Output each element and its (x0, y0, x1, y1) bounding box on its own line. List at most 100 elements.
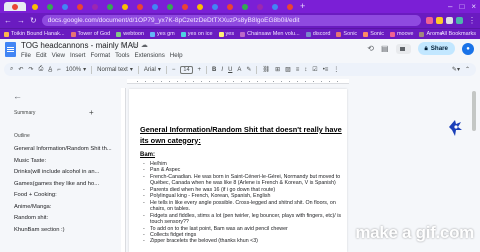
image-icon[interactable]: ▨ (285, 66, 291, 73)
share-button[interactable]: 🔒︎ Share (417, 42, 455, 55)
zoom-select[interactable]: 100% ▾ (66, 66, 86, 74)
close-icon[interactable]: × (471, 2, 476, 11)
bookmark-item[interactable]: Tower of God (70, 31, 110, 37)
browser-tab[interactable] (118, 2, 131, 11)
back-icon[interactable]: ← (4, 16, 12, 25)
extension-icon[interactable] (446, 17, 453, 24)
menu-item-help[interactable]: Help (170, 52, 183, 59)
browser-tab[interactable] (103, 2, 116, 11)
browser-tab[interactable] (4, 2, 26, 11)
browser-tab[interactable] (88, 2, 101, 11)
new-tab-button[interactable]: + (300, 2, 305, 11)
paint-format-icon[interactable]: ⌐ (57, 67, 61, 73)
underline-icon[interactable]: U (228, 67, 232, 73)
redo-icon[interactable]: ↷ (28, 66, 33, 73)
outline-item[interactable]: Food + Cooking: (14, 192, 114, 204)
scrollbar-thumb[interactable] (472, 91, 476, 131)
add-summary-icon[interactable]: + (89, 108, 94, 117)
add-comment-icon[interactable]: ⊞ (275, 66, 280, 73)
outline-item[interactable]: General Information/Random Shit th... (14, 146, 114, 158)
outline-item[interactable]: Music Taste: (14, 158, 114, 170)
outline-item[interactable]: KhunBam section :) (14, 227, 114, 239)
menu-item-view[interactable]: View (52, 52, 65, 59)
move-folder-icon[interactable]: ▭ (130, 41, 137, 49)
bookmark-item[interactable]: yes gm (150, 31, 175, 37)
menu-item-edit[interactable]: Edit (36, 52, 47, 59)
search-menus-icon[interactable]: ⌕ (10, 66, 13, 73)
increase-font-icon[interactable]: + (198, 67, 202, 73)
browser-tab[interactable] (148, 2, 161, 11)
avatar[interactable]: ● (462, 42, 474, 55)
meet-icon[interactable] (395, 43, 411, 54)
outline-item[interactable]: Random shit: (14, 215, 114, 227)
italic-icon[interactable]: I (221, 67, 223, 73)
minimize-icon[interactable]: – (448, 2, 452, 11)
profile-icon[interactable] (456, 17, 463, 24)
bookmark-item[interactable]: Chainsaw Men volu... (240, 31, 300, 37)
menu-item-tools[interactable]: Tools (115, 52, 129, 59)
browser-tab[interactable] (193, 2, 206, 11)
bullet-list-icon[interactable]: •≡ (323, 67, 329, 73)
bookmark-item[interactable]: Arome (419, 31, 443, 37)
bookmark-item[interactable]: yes on ice (180, 31, 213, 37)
editing-mode-icon[interactable]: ✎▾ (452, 66, 460, 73)
browser-tab[interactable] (163, 2, 176, 11)
style-select[interactable]: Normal text ▾ (97, 66, 133, 74)
extension-icon[interactable] (426, 17, 433, 24)
outline-item[interactable]: Drinks(will include alcohol in an... (14, 169, 114, 181)
horizontal-ruler[interactable] (127, 79, 349, 84)
font-size-field[interactable]: 14 (180, 65, 193, 74)
document-page[interactable]: General Information/Random Shit that doe… (129, 89, 347, 252)
outline-item[interactable]: Anime/Manga: (14, 204, 114, 216)
forward-icon[interactable]: → (17, 16, 25, 25)
browser-tab[interactable] (178, 2, 191, 11)
cloud-saved-icon[interactable]: ☁ (141, 41, 148, 49)
bookmark-item[interactable]: Sonic (336, 31, 357, 37)
checklist-icon[interactable]: ☑ (312, 66, 317, 73)
bookmark-item[interactable]: Sonic (363, 31, 384, 37)
browser-tab[interactable] (238, 2, 251, 11)
undo-icon[interactable]: ↶ (18, 66, 23, 73)
highlight-icon[interactable]: ✎ (246, 66, 251, 73)
bookmark-item[interactable]: moove (389, 31, 413, 37)
comment-icon[interactable]: ▤ (381, 44, 389, 53)
browser-tab[interactable] (133, 2, 146, 11)
bookmark-item[interactable]: discord (305, 31, 330, 37)
extension-icon[interactable] (436, 17, 443, 24)
vertical-ruler[interactable] (121, 88, 126, 252)
browser-tab[interactable] (268, 2, 281, 11)
print-icon[interactable]: ⎙ (38, 66, 43, 73)
menu-item-extensions[interactable]: Extensions (135, 52, 165, 59)
maximize-icon[interactable]: □ (459, 2, 464, 11)
url-field[interactable]: docs.google.com/document/d/1OP79_yx7K-8p… (41, 15, 421, 26)
text-color-icon[interactable]: A (237, 67, 241, 73)
docs-logo-icon[interactable] (5, 42, 16, 57)
align-icon[interactable]: ≡ (296, 67, 300, 73)
reload-icon[interactable]: ↻ (30, 16, 37, 25)
line-spacing-icon[interactable]: ↕ (304, 67, 307, 73)
link-icon[interactable]: ⛓ (262, 66, 270, 73)
browser-tab[interactable] (223, 2, 236, 11)
browser-tab[interactable] (283, 2, 296, 11)
history-icon[interactable]: ⟲ (367, 44, 374, 53)
menu-item-insert[interactable]: Insert (70, 52, 85, 59)
browser-menu-icon[interactable]: ⋮ (468, 16, 476, 25)
star-icon[interactable]: ☆ (120, 41, 126, 49)
spellcheck-icon[interactable]: A̲ (48, 67, 52, 73)
font-select[interactable]: Arial ▾ (144, 66, 161, 74)
browser-tab[interactable] (58, 2, 71, 11)
bookmark-item[interactable]: webtoon (116, 31, 144, 37)
outline-item[interactable]: Games(games they like and ho... (14, 181, 114, 193)
bookmark-item[interactable]: yes (218, 31, 234, 37)
bold-icon[interactable]: B (212, 67, 216, 73)
menu-item-file[interactable]: File (21, 52, 31, 59)
collapse-menus-icon[interactable]: ⌃ (465, 66, 470, 73)
browser-tab[interactable] (208, 2, 221, 11)
bookmark-item[interactable]: Toikin Bound Hanak... (4, 31, 65, 37)
browser-tab[interactable] (73, 2, 86, 11)
more-icon[interactable]: ⋮ (333, 66, 339, 73)
all-bookmarks-button[interactable]: All Bookmarks (441, 31, 476, 37)
decrease-font-icon[interactable]: − (172, 67, 176, 73)
browser-tab[interactable] (43, 2, 56, 11)
browser-tab[interactable] (253, 2, 266, 11)
